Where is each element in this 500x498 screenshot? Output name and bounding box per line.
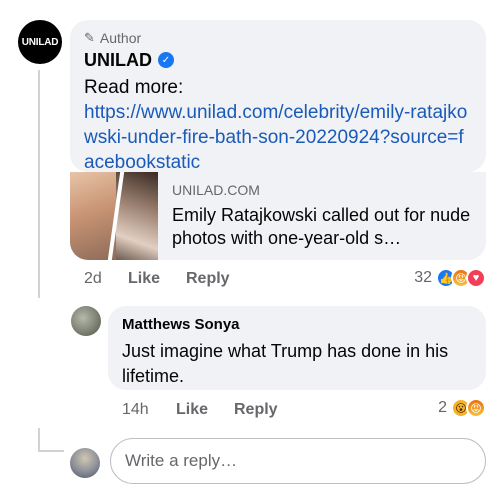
comment-text: Read more: bbox=[84, 77, 184, 98]
reaction-icons: 👍 😡 ♥ bbox=[436, 268, 486, 288]
verified-badge-icon: ✓ bbox=[158, 52, 174, 68]
thread-line-reply bbox=[38, 428, 40, 452]
reaction-summary[interactable]: 32 👍 😡 ♥ bbox=[414, 268, 486, 288]
reply-author-avatar[interactable] bbox=[71, 306, 101, 336]
reply-reaction-count: 2 bbox=[438, 399, 447, 416]
current-user-avatar[interactable] bbox=[70, 448, 100, 478]
comment-bubble: ✎ Author UNILAD ✓ Read more: https://www… bbox=[70, 20, 486, 175]
reply-button[interactable]: Reply bbox=[186, 270, 230, 288]
preview-text: UNILAD.COM Emily Ratajkowski called out … bbox=[158, 172, 486, 260]
preview-title[interactable]: Emily Ratajkowski called out for nude ph… bbox=[172, 204, 472, 250]
love-reaction-icon: ♥ bbox=[466, 268, 486, 288]
like-button[interactable]: Like bbox=[128, 270, 186, 288]
thread-line-reply-hook bbox=[38, 450, 64, 452]
unilad-avatar[interactable]: UNILAD bbox=[18, 20, 62, 64]
reply-text: Just imagine what Trump has done in his … bbox=[122, 341, 449, 386]
reply-like-button[interactable]: Like bbox=[176, 401, 234, 419]
reply-reaction-icons: 😮 😡 bbox=[451, 398, 486, 418]
reply-actions: 14h Like Reply bbox=[122, 401, 278, 419]
link-preview-card[interactable]: UNILAD.COM Emily Ratajkowski called out … bbox=[70, 172, 486, 260]
reply-reaction-summary[interactable]: 2 😮 😡 bbox=[438, 398, 486, 418]
reply-bubble: Matthews Sonya Just imagine what Trump h… bbox=[108, 306, 486, 390]
reply-author-name[interactable]: Matthews Sonya bbox=[122, 316, 472, 335]
angry-reaction-icon: 😡 bbox=[466, 398, 486, 418]
pencil-icon: ✎ bbox=[84, 30, 95, 45]
reaction-count: 32 bbox=[414, 269, 432, 286]
comment-timestamp[interactable]: 2d bbox=[84, 270, 128, 288]
reply-timestamp[interactable]: 14h bbox=[122, 401, 176, 419]
preview-thumbnail[interactable] bbox=[70, 172, 158, 260]
preview-domain: UNILAD.COM bbox=[172, 182, 260, 198]
comment-author-name[interactable]: UNILAD bbox=[84, 50, 152, 71]
reply-reply-button[interactable]: Reply bbox=[234, 401, 278, 419]
comment-actions: 2d Like Reply bbox=[84, 270, 230, 288]
avatar-logo-text: UNILAD bbox=[21, 36, 59, 48]
author-badge-label: Author bbox=[99, 30, 142, 46]
write-reply-input[interactable] bbox=[110, 438, 486, 484]
article-link[interactable]: https://www.unilad.com/celebrity/emily-r… bbox=[84, 100, 472, 175]
author-badge: ✎ Author bbox=[84, 29, 472, 47]
comment-author[interactable]: UNILAD ✓ bbox=[84, 49, 472, 71]
thread-line bbox=[38, 70, 40, 298]
